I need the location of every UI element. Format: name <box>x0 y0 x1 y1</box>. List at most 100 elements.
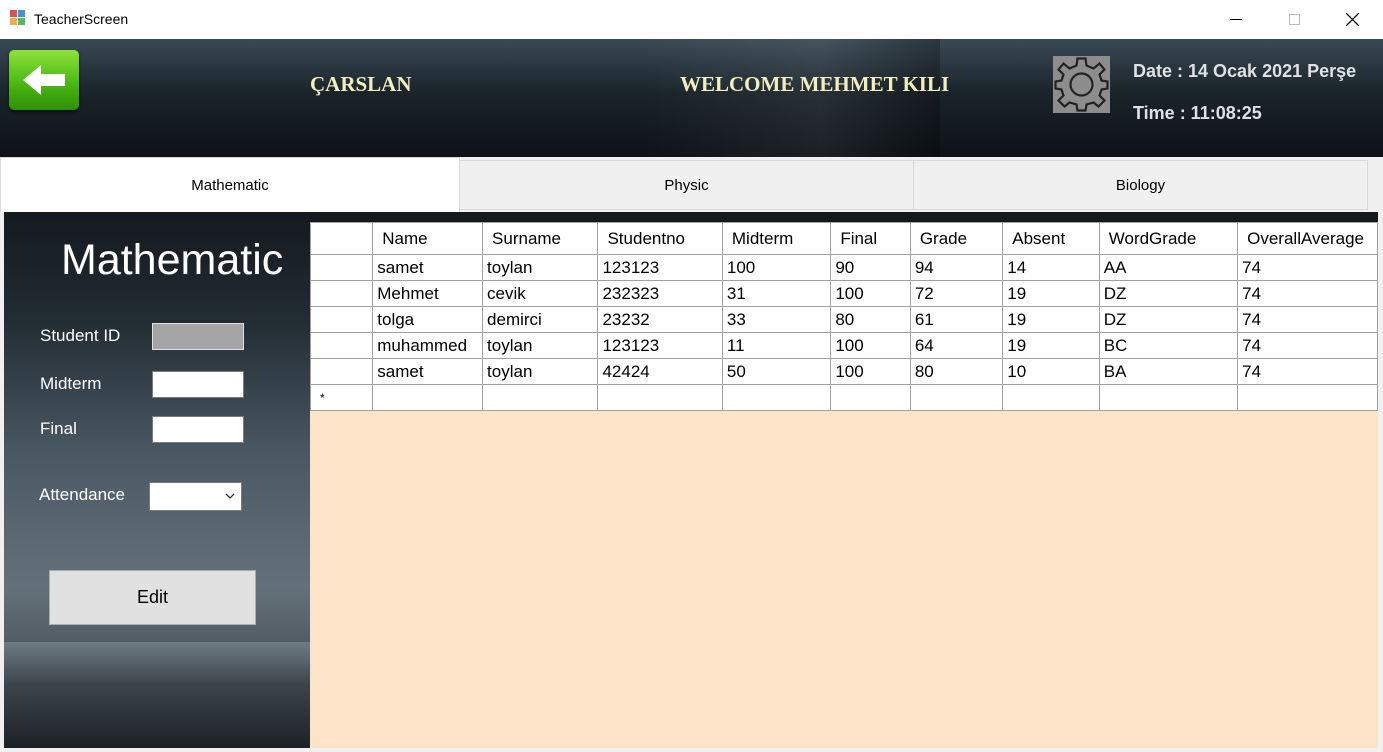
final-field[interactable] <box>152 416 244 443</box>
table-cell[interactable] <box>830 384 911 411</box>
table-cell[interactable]: 74 <box>1237 306 1378 333</box>
table-cell[interactable]: 100 <box>721 254 832 281</box>
table-cell[interactable]: 74 <box>1237 280 1378 307</box>
table-cell[interactable]: cevik <box>482 280 599 307</box>
table-cell[interactable]: 19 <box>1002 280 1100 307</box>
back-button[interactable] <box>9 50 79 110</box>
column-header[interactable]: OverallAverage <box>1237 222 1378 255</box>
table-cell[interactable]: 64 <box>909 332 1004 359</box>
new-row-marker: * <box>310 384 374 411</box>
midterm-field[interactable] <box>152 371 244 398</box>
subject-tabs: Mathematic Physic Biology <box>0 157 1383 212</box>
table-cell[interactable]: toylan <box>482 254 599 281</box>
table-cell[interactable]: 23232 <box>597 306 723 333</box>
column-header[interactable]: Absent <box>1002 222 1100 255</box>
row-header[interactable] <box>310 306 374 333</box>
tab-mathematic[interactable]: Mathematic <box>0 157 460 212</box>
table-cell[interactable]: 74 <box>1237 254 1378 281</box>
table-row[interactable]: Mehmet cevik 232323 31 100 72 19 DZ 74 <box>310 280 1378 307</box>
column-header[interactable]: Final <box>830 222 911 255</box>
table-cell[interactable]: 19 <box>1002 306 1100 333</box>
column-header[interactable]: Studentno <box>597 222 723 255</box>
table-cell[interactable]: demirci <box>482 306 599 333</box>
row-header-corner <box>310 222 374 255</box>
attendance-select[interactable] <box>149 482 242 511</box>
column-header[interactable]: Grade <box>909 222 1004 255</box>
table-cell[interactable]: 100 <box>830 332 911 359</box>
table-cell[interactable]: samet <box>372 358 484 385</box>
back-arrow-icon <box>23 65 65 95</box>
table-cell[interactable]: 10 <box>1002 358 1100 385</box>
row-header[interactable] <box>310 332 374 359</box>
table-row[interactable]: muhammed toylan 123123 11 100 64 19 BC 7… <box>310 332 1378 359</box>
table-cell[interactable] <box>1002 384 1100 411</box>
table-row[interactable]: tolga demirci 23232 33 80 61 19 DZ 74 <box>310 306 1378 333</box>
row-header[interactable] <box>310 254 374 281</box>
table-cell[interactable]: samet <box>372 254 484 281</box>
table-cell[interactable] <box>909 384 1004 411</box>
table-cell[interactable]: 50 <box>721 358 832 385</box>
column-header[interactable]: Name <box>372 222 484 255</box>
final-label: Final <box>40 419 77 438</box>
table-cell[interactable]: 123123 <box>597 332 723 359</box>
edit-button[interactable]: Edit <box>49 570 256 625</box>
row-header[interactable] <box>310 280 374 307</box>
table-cell[interactable]: tolga <box>372 306 484 333</box>
table-cell[interactable]: 74 <box>1237 332 1378 359</box>
column-header[interactable]: Surname <box>482 222 599 255</box>
table-cell[interactable]: toylan <box>482 358 599 385</box>
table-cell[interactable]: 74 <box>1237 358 1378 385</box>
student-id-field[interactable] <box>152 323 244 350</box>
table-cell[interactable]: 100 <box>830 280 911 307</box>
table-cell[interactable]: 19 <box>1002 332 1100 359</box>
table-cell[interactable]: BA <box>1098 358 1239 385</box>
table-cell[interactable]: AA <box>1098 254 1239 281</box>
table-cell[interactable]: 94 <box>909 254 1004 281</box>
table-cell[interactable]: 80 <box>909 358 1004 385</box>
table-cell[interactable]: 80 <box>830 306 911 333</box>
table-cell[interactable]: 232323 <box>597 280 723 307</box>
table-cell[interactable]: 11 <box>721 332 832 359</box>
table-cell[interactable]: 33 <box>721 306 832 333</box>
table-cell[interactable]: BC <box>1098 332 1239 359</box>
table-cell[interactable]: DZ <box>1098 280 1239 307</box>
grades-table: Name Surname Studentno Midterm Final Gra… <box>310 222 1378 411</box>
column-header[interactable]: Midterm <box>721 222 832 255</box>
close-button[interactable] <box>1323 0 1381 39</box>
settings-button[interactable] <box>1053 56 1110 113</box>
welcome-text: WELCOME MEHMET KILI <box>680 72 950 96</box>
table-cell[interactable]: DZ <box>1098 306 1239 333</box>
table-cell[interactable] <box>372 384 484 411</box>
maximize-icon <box>1288 14 1300 25</box>
table-cell[interactable] <box>1098 384 1239 411</box>
new-row[interactable]: * <box>310 384 1378 411</box>
table-cell[interactable]: 90 <box>830 254 911 281</box>
table-cell[interactable]: Mehmet <box>372 280 484 307</box>
table-cell[interactable] <box>597 384 723 411</box>
table-cell[interactable]: 61 <box>909 306 1004 333</box>
tab-biology[interactable]: Biology <box>913 160 1368 210</box>
table-row[interactable]: samet toylan 123123 100 90 94 14 AA 74 <box>310 254 1378 281</box>
close-icon <box>1345 13 1359 26</box>
maximize-button[interactable] <box>1265 0 1323 39</box>
student-id-label: Student ID <box>40 326 121 345</box>
table-row[interactable]: samet toylan 42424 50 100 80 10 BA 74 <box>310 358 1378 385</box>
table-cell[interactable]: 72 <box>909 280 1004 307</box>
table-cell[interactable]: 42424 <box>597 358 723 385</box>
table-cell[interactable]: 31 <box>721 280 832 307</box>
row-header[interactable] <box>310 358 374 385</box>
column-header[interactable]: WordGrade <box>1098 222 1239 255</box>
table-cell[interactable] <box>1237 384 1378 411</box>
table-cell[interactable]: toylan <box>482 332 599 359</box>
minimize-button[interactable] <box>1207 0 1265 39</box>
edit-panel: Mathematic Student ID Midterm Final Atte… <box>4 212 310 748</box>
table-cell[interactable]: muhammed <box>372 332 484 359</box>
table-cell[interactable] <box>482 384 599 411</box>
table-cell[interactable]: 123123 <box>597 254 723 281</box>
table-cell[interactable] <box>721 384 832 411</box>
midterm-label: Midterm <box>40 374 102 393</box>
tab-physic[interactable]: Physic <box>459 160 914 210</box>
table-cell[interactable]: 100 <box>830 358 911 385</box>
date-label: Date : 14 Ocak 2021 Perşe <box>1133 61 1357 81</box>
table-cell[interactable]: 14 <box>1002 254 1100 281</box>
